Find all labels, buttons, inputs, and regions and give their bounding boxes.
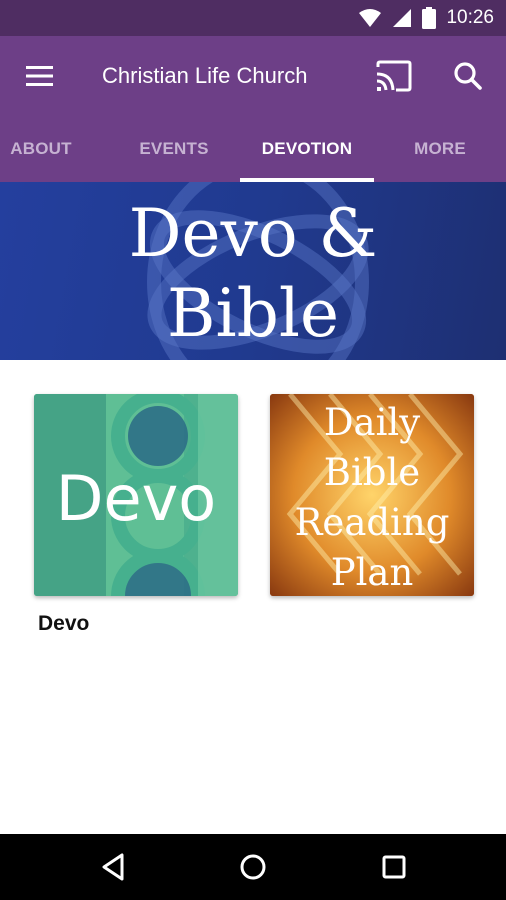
search-button[interactable] (446, 56, 490, 96)
recents-button[interactable] (372, 847, 416, 887)
status-icons: 10:26 (358, 0, 494, 36)
menu-button[interactable] (20, 58, 60, 94)
reading-plan-card-image-text: Daily Bible Reading Plan (270, 398, 474, 596)
recents-icon (382, 855, 406, 879)
status-bar: 10:26 (0, 0, 506, 36)
reading-plan-card[interactable]: Daily Bible Reading Plan (270, 394, 474, 596)
system-nav-bar (0, 834, 506, 900)
hero-title-line-2: Bible (166, 275, 340, 352)
devo-card-image-text: Devo (55, 462, 217, 535)
battery-icon (422, 7, 437, 29)
app-title: Christian Life Church (102, 58, 342, 94)
menu-icon (26, 66, 53, 86)
hero-banner: Devo & Bible (0, 182, 506, 360)
back-icon (102, 853, 124, 881)
wifi-icon (359, 9, 382, 27)
hero-title-line-1: Devo & (128, 195, 378, 272)
cell-signal-icon (393, 9, 412, 27)
devo-card[interactable]: Devo (34, 394, 238, 596)
cast-icon (376, 60, 412, 92)
back-button[interactable] (92, 847, 136, 887)
home-icon (240, 854, 266, 880)
tab-more[interactable]: MORE (388, 116, 492, 182)
tab-devotion[interactable]: DEVOTION (240, 116, 374, 182)
search-icon (454, 62, 482, 90)
reading-plan-line-2: Bible (323, 451, 421, 494)
reading-plan-line-3: Reading (294, 501, 450, 544)
tab-bar: ABOUT EVENTS DEVOTION MORE (0, 116, 506, 182)
tab-about[interactable]: ABOUT (0, 116, 82, 182)
home-button[interactable] (231, 847, 275, 887)
cast-button[interactable] (372, 56, 416, 96)
reading-plan-line-4: Plan (330, 551, 414, 594)
devo-card-caption[interactable]: Devo (38, 612, 89, 636)
hero-title: Devo & Bible (0, 194, 506, 354)
clock: 10:26 (446, 7, 494, 28)
reading-plan-line-1: Daily (323, 401, 421, 444)
tab-events[interactable]: EVENTS (110, 116, 238, 182)
app-bar: Christian Life Church (0, 36, 506, 116)
